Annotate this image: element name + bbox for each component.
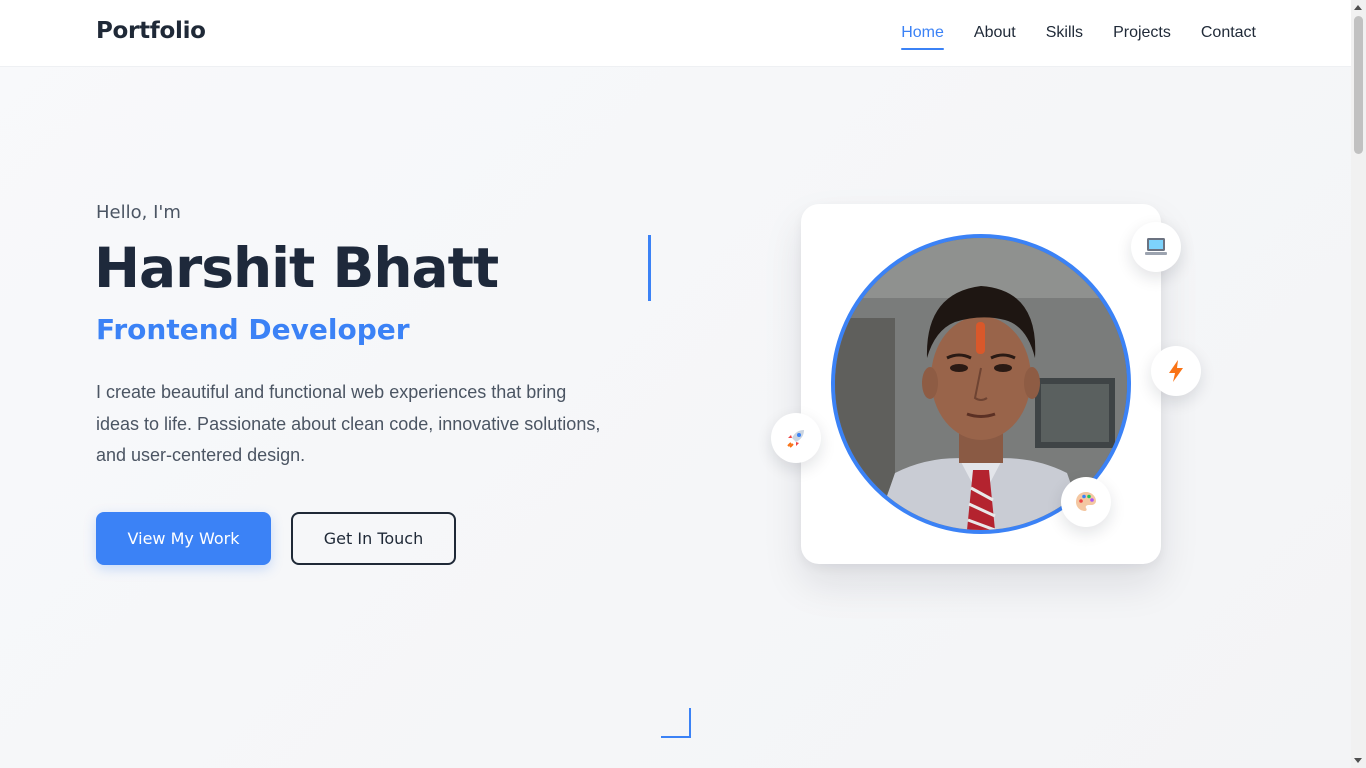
scroll-down-indicator[interactable]	[661, 708, 691, 738]
hero-description: I create beautiful and functional web ex…	[96, 382, 601, 465]
laptop-icon	[1131, 222, 1181, 272]
palette-icon	[1061, 477, 1111, 527]
nav-link-contact[interactable]: Contact	[1201, 24, 1256, 50]
scroll-up-arrow-icon[interactable]	[1354, 5, 1362, 10]
scroll-down-arrow-icon[interactable]	[1354, 758, 1362, 763]
brand-logo[interactable]: Portfolio	[96, 18, 206, 44]
scrollbar-thumb[interactable]	[1354, 16, 1363, 154]
view-my-work-button[interactable]: View My Work	[96, 512, 271, 565]
rocket-icon	[771, 413, 821, 463]
hero-greeting: Hello, I'm	[96, 202, 181, 223]
nav-link-skills[interactable]: Skills	[1046, 24, 1083, 50]
nav-links: Home About Skills Projects Contact	[901, 24, 1256, 50]
nav-link-about[interactable]: About	[974, 24, 1016, 50]
navbar: Portfolio Home About Skills Projects Con…	[0, 0, 1351, 67]
typing-caret	[648, 235, 651, 301]
hero-name: Harshit Bhatt	[94, 236, 499, 300]
nav-link-projects[interactable]: Projects	[1113, 24, 1171, 50]
get-in-touch-button[interactable]: Get In Touch	[291, 512, 456, 565]
nav-link-home[interactable]: Home	[901, 24, 944, 50]
lightning-icon	[1151, 346, 1201, 396]
hero-role: Frontend Developer	[96, 313, 410, 346]
scrollbar[interactable]	[1351, 0, 1366, 768]
